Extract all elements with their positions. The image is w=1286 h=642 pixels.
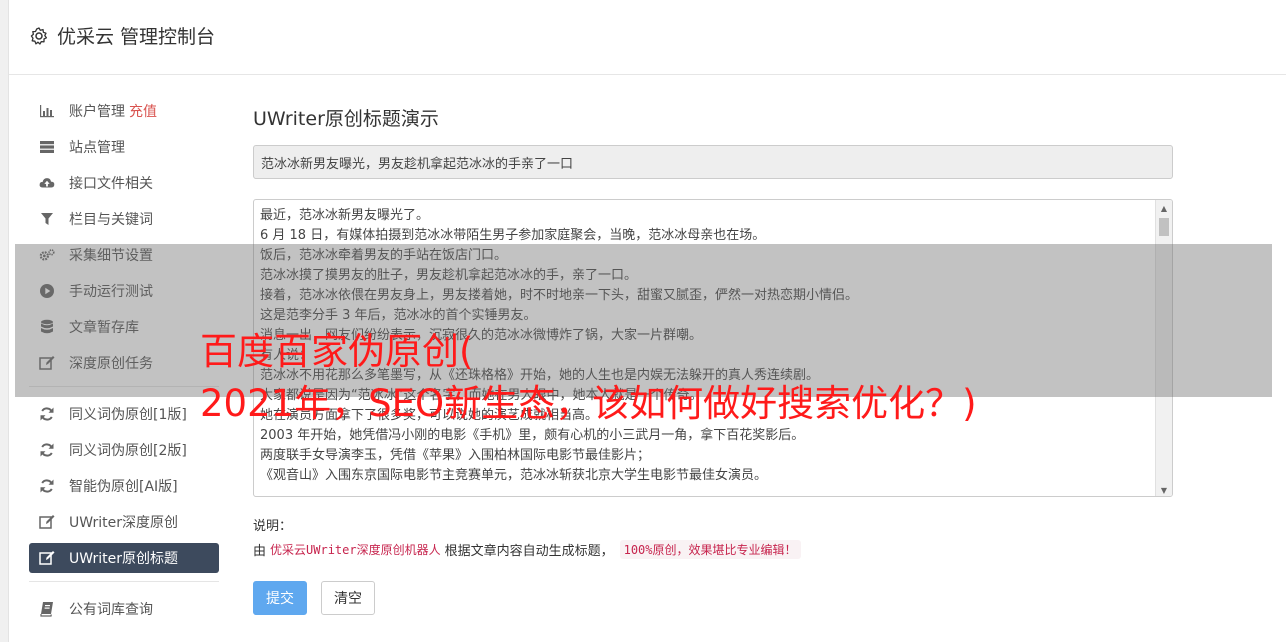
filter-icon <box>39 211 55 227</box>
content-line: 两度联手女导演李玉，凭借《苹果》入围柏林国际电影节最佳影片； <box>260 448 651 463</box>
content-line: 6 月 18 日，有媒体拍摄到范冰冰带陌生男子参加家庭聚会，当晚，范冰冰母亲也在… <box>260 228 766 243</box>
scroll-up-arrow-icon[interactable]: ▲ <box>1156 200 1172 216</box>
sidebar-item-label: 账户管理 <box>69 104 125 120</box>
sidebar-item-uwriter-deep[interactable]: UWriter深度原创 <box>29 507 219 537</box>
bar-chart-icon <box>39 103 55 119</box>
submit-button[interactable]: 提交 <box>253 581 307 615</box>
refresh-icon <box>39 406 55 422</box>
app-title: 优采云 管理控制台 <box>57 26 216 48</box>
overlay-title-line2: 2021年，SEO新生态，该如何做好搜索优化？) <box>200 382 977 425</box>
sidebar-item-sites[interactable]: 站点管理 <box>29 132 219 162</box>
brand[interactable]: 优采云 管理控制台 <box>29 22 215 49</box>
sidebar-item-synonym-v1[interactable]: 同义词伪原创[1版] <box>29 399 219 429</box>
gear-icon <box>30 26 48 45</box>
scroll-down-arrow-icon[interactable]: ▼ <box>1156 482 1172 496</box>
sidebar-item-interface-files[interactable]: 接口文件相关 <box>29 168 219 198</box>
refresh-icon <box>39 442 55 458</box>
sidebar-item-account[interactable]: 账户管理 充值 <box>29 96 219 126</box>
sidebar-item-uwriter-title[interactable]: UWriter原创标题 <box>29 543 219 573</box>
clear-button[interactable]: 清空 <box>321 581 375 615</box>
note-label: 说明： <box>253 519 293 534</box>
page-title: UWriter原创标题演示 <box>253 108 439 130</box>
cloud-upload-icon <box>39 175 55 191</box>
sidebar-item-label: UWriter原创标题 <box>69 551 178 567</box>
server-icon <box>39 139 55 155</box>
sidebar-item-label: 接口文件相关 <box>69 176 153 192</box>
refresh-icon <box>39 478 55 494</box>
overlay-title-line1: 百度百家伪原创( <box>200 330 474 373</box>
note-highlight: 100%原创，效果堪比专业编辑！ <box>619 540 801 559</box>
sidebar-item-label: UWriter深度原创 <box>69 515 178 531</box>
sidebar-item-label: 智能伪原创[AI版] <box>69 479 178 495</box>
book-icon <box>39 601 55 617</box>
button-row: 提交 清空 <box>253 581 1173 615</box>
sidebar-divider <box>29 581 219 582</box>
sidebar-item-synonym-v2[interactable]: 同义词伪原创[2版] <box>29 435 219 465</box>
sidebar-item-columns-keywords[interactable]: 栏目与关键词 <box>29 204 219 234</box>
note-line: 由 优采云UWriter深度原创机器人 根据文章内容自动生成标题， 100%原创… <box>253 540 1173 559</box>
note-prefix: 由 <box>253 544 267 559</box>
sidebar-item-label: 公有词库查询 <box>69 602 153 618</box>
scroll-thumb[interactable] <box>1159 218 1169 236</box>
note-middle: 根据文章内容自动生成标题， <box>444 544 614 559</box>
sidebar-item-label: 同义词伪原创[2版] <box>69 443 187 459</box>
title-output-field[interactable] <box>253 145 1173 179</box>
top-bar: 优采云 管理控制台 <box>9 0 1286 75</box>
sidebar-item-public-thesaurus[interactable]: 公有词库查询 <box>29 594 219 624</box>
edit-icon <box>39 550 55 566</box>
overlay-title: 百度百家伪原创( 2021年，SEO新生态，该如何做好搜索优化？) <box>200 326 1200 430</box>
sidebar-item-label: 同义词伪原创[1版] <box>69 407 187 423</box>
sidebar-item-label: 栏目与关键词 <box>69 212 153 228</box>
edit-icon <box>39 514 55 530</box>
recharge-link[interactable]: 充值 <box>129 101 157 121</box>
content-line: 《观音山》入围东京国际电影节主竞赛单元，范冰冰斩获北京大学生电影节最佳女演员。 <box>260 468 768 483</box>
sidebar-item-label: 站点管理 <box>69 140 125 156</box>
note-robot-name: 优采云UWriter深度原创机器人 <box>270 543 441 557</box>
sidebar-item-ai-rewrite[interactable]: 智能伪原创[AI版] <box>29 471 219 501</box>
content-line: 最近，范冰冰新男友曝光了。 <box>260 208 430 223</box>
